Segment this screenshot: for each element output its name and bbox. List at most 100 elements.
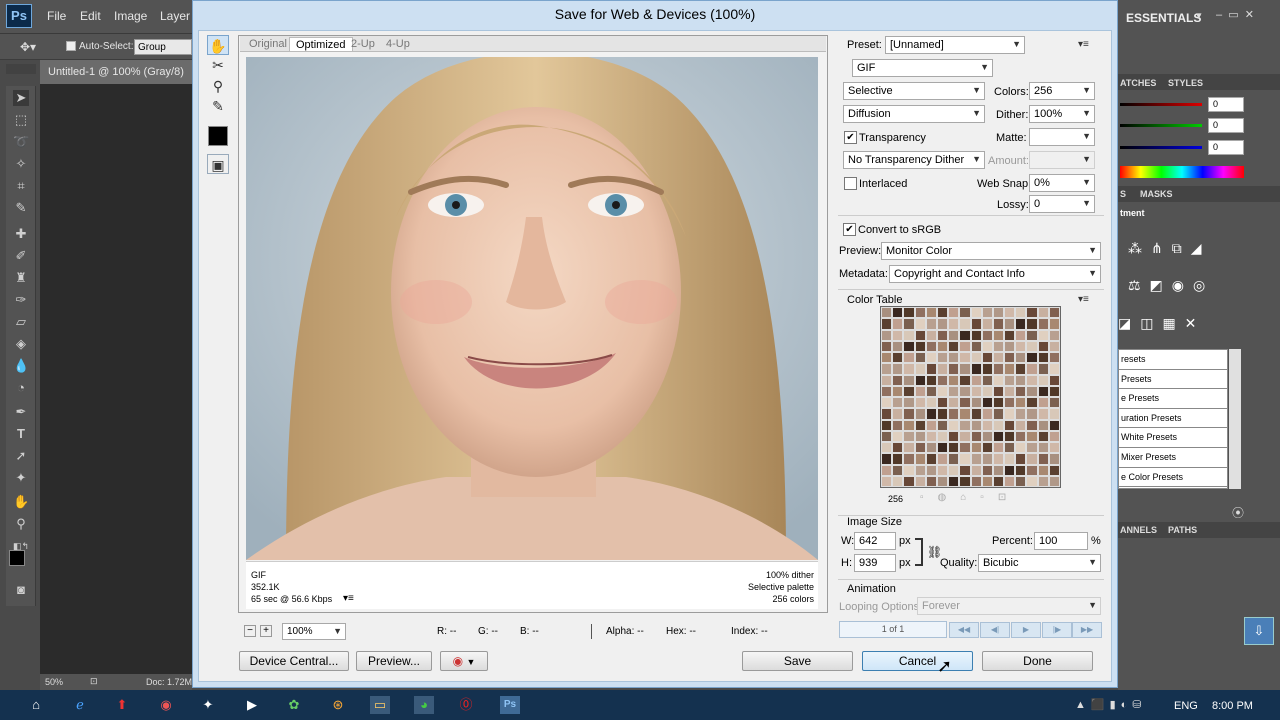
panel-footer-icon[interactable]: ⦿ [1232,504,1244,521]
color-swatch[interactable] [1048,352,1060,364]
path-select-icon[interactable]: ➚ [13,448,29,464]
save-button[interactable]: Save [742,651,853,671]
color-swatch[interactable] [914,397,926,409]
optimized-image-preview[interactable] [246,57,818,560]
green-value[interactable]: 0 [1208,118,1244,133]
last-frame-icon[interactable]: ▶▶ [1072,622,1102,638]
history-brush-icon[interactable]: ✑ [13,292,29,308]
start-icon[interactable]: ⌂ [26,696,46,714]
color-swatch[interactable] [881,340,893,352]
preset-item[interactable]: Presets [1119,370,1227,390]
color-swatch[interactable] [1037,419,1049,431]
color-swatch[interactable] [881,307,893,319]
color-swatch[interactable] [1004,307,1016,319]
lasso-icon[interactable]: ➰ [13,134,29,150]
color-swatch[interactable] [892,307,904,319]
tab-adjustments[interactable]: S [1120,189,1126,199]
tab-optimized[interactable]: Optimized [289,37,353,51]
preset-item[interactable]: e Color Presets [1119,468,1227,488]
color-swatch[interactable] [1037,363,1049,375]
color-swatch[interactable] [948,397,960,409]
color-swatch[interactable] [948,352,960,364]
color-swatch[interactable] [1004,430,1016,442]
dither-amount-dropdown[interactable]: 100% ▼ [1029,105,1095,123]
color-swatch[interactable] [959,442,971,454]
color-swatch[interactable] [948,453,960,465]
preview-dropdown[interactable]: Monitor Color ▼ [881,242,1101,260]
color-swatch[interactable] [992,352,1005,364]
foreground-color-swatch[interactable] [9,550,25,566]
color-swatch[interactable] [1048,419,1060,431]
color-swatch[interactable] [1015,464,1027,476]
color-swatch[interactable] [981,318,993,330]
quick-mask-icon[interactable]: ◙ [13,582,29,598]
app-media-icon[interactable]: ▶ [242,696,262,714]
color-swatch[interactable] [1015,363,1027,375]
color-swatch[interactable] [959,340,971,352]
color-swatch[interactable] [936,464,949,476]
workspace-dropdown-icon[interactable]: ▾ [1196,9,1202,22]
menu-file[interactable]: File [47,9,66,23]
blue-value[interactable]: 0 [1208,140,1244,155]
spectrum-bar[interactable] [1120,166,1244,178]
color-swatch[interactable] [992,430,1005,442]
color-swatch[interactable] [1004,397,1016,409]
color-swatch[interactable] [936,374,949,386]
color-swatch[interactable] [1048,340,1060,352]
color-swatch[interactable] [1015,352,1027,364]
color-swatch[interactable] [903,329,915,341]
color-swatch[interactable] [925,329,937,341]
color-swatch[interactable] [1015,430,1027,442]
color-swatch[interactable] [936,352,949,364]
previous-frame-icon[interactable]: ◀| [980,622,1010,638]
colors-dropdown[interactable]: 256 ▼ [1029,82,1095,100]
color-swatch[interactable] [903,385,915,397]
color-swatch[interactable] [1004,374,1016,386]
zoom-tool-icon[interactable]: ⚲ [207,76,229,96]
color-swatch[interactable] [881,464,893,476]
color-swatch[interactable] [1004,329,1016,341]
color-swatch[interactable] [948,385,960,397]
done-button[interactable]: Done [982,651,1093,671]
dodge-icon[interactable]: ◔ [13,380,29,396]
presets-scrollbar[interactable] [1229,349,1241,489]
color-swatch[interactable] [959,374,971,386]
green-slider[interactable] [1120,124,1202,127]
color-swatch[interactable] [1004,453,1016,465]
color-swatch[interactable] [1015,453,1027,465]
tab-masks[interactable]: MASKS [1140,189,1173,199]
color-swatch[interactable] [981,374,993,386]
optimize-menu-icon[interactable]: ▾≡ [1078,39,1089,50]
color-swatch[interactable] [970,475,982,487]
color-swatch[interactable] [903,430,915,442]
color-swatch[interactable] [925,307,937,319]
color-swatch[interactable] [892,419,904,431]
quality-dropdown[interactable]: Bicubic ▼ [978,554,1101,572]
color-swatch[interactable] [948,329,960,341]
color-swatch[interactable] [903,363,915,375]
color-swatch[interactable] [1048,307,1060,319]
color-swatch[interactable] [981,329,993,341]
marquee-icon[interactable]: ⬚ [13,112,29,128]
color-swatch[interactable] [970,363,982,375]
color-swatch[interactable] [914,340,926,352]
color-swatch[interactable] [1004,464,1016,476]
color-swatch[interactable] [1037,442,1049,454]
color-swatch[interactable] [936,453,949,465]
color-swatch[interactable] [948,408,960,420]
color-swatch[interactable] [1048,408,1060,420]
color-swatch[interactable] [959,397,971,409]
color-swatch[interactable] [1004,442,1016,454]
color-swatch[interactable] [959,475,971,487]
menu-layer[interactable]: Layer [160,9,190,23]
color-swatch[interactable] [970,385,982,397]
color-swatch[interactable] [903,475,915,487]
color-swatch[interactable] [981,464,993,476]
tray-icons[interactable]: ▲⬛▮◐⛁ [1075,698,1147,711]
color-swatch[interactable] [1026,363,1038,375]
color-swatch[interactable] [881,329,893,341]
color-swatch[interactable] [1015,385,1027,397]
eyedropper-tool-icon[interactable]: ✎ [207,96,229,116]
color-swatch[interactable] [1048,374,1060,386]
color-swatch[interactable] [936,307,949,319]
